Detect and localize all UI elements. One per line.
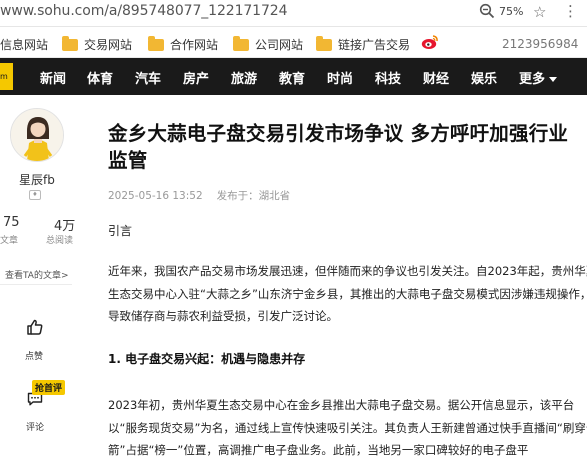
nav-item-sports[interactable]: 体育 — [87, 68, 113, 87]
nav-item-house[interactable]: 房产 — [183, 68, 209, 87]
url-text[interactable]: www.sohu.com/a/895748077_122171724 — [0, 3, 288, 19]
more-dots-icon[interactable]: ⋮ — [563, 2, 578, 20]
folder-icon — [148, 35, 164, 51]
bookmark-label: 交易网站 — [84, 38, 133, 52]
bookmark-phone-text: 2123956984 — [502, 37, 579, 51]
thumbs-up-icon[interactable] — [26, 318, 44, 336]
sohu-logo[interactable]: m — [0, 63, 13, 90]
bookmark-label: 链接广告交易 — [338, 38, 411, 52]
author-badge-icon: ♦ — [29, 190, 41, 200]
comment-label[interactable]: 评论 — [26, 420, 44, 433]
bookmarks-bar: 信息网站 交易网站 合作网站 公司网站 链接广告交易 — [0, 28, 587, 58]
bookmark-label: 公司网站 — [255, 38, 304, 52]
nav-more-label: 更多 — [519, 72, 546, 87]
address-bar[interactable]: www.sohu.com/a/895748077_122171724 75% ☆… — [0, 0, 587, 27]
author-name[interactable]: 星辰fb — [19, 171, 55, 188]
avatar[interactable] — [10, 108, 64, 162]
bookmark-item-info[interactable]: 信息网站 — [0, 36, 48, 53]
publish-date: 2025-05-16 13:52 — [108, 190, 203, 202]
article-paragraph: 近年来，我国农产品交易市场发展迅速，但伴随而来的争议也引发关注。自2023年起，… — [108, 264, 587, 323]
star-outline-icon[interactable]: ☆ — [533, 3, 546, 21]
nav-item-travel[interactable]: 旅游 — [231, 68, 257, 87]
publish-location: 发布于：湖北省 — [216, 190, 291, 202]
bookmark-label: 信息网站 — [0, 38, 49, 52]
author-articles-count: 75 — [3, 215, 20, 230]
article-meta: 2025-05-16 13:52 发布于：湖北省 — [108, 188, 290, 203]
nav-item-education[interactable]: 教育 — [279, 68, 305, 87]
avatar-illustration — [11, 109, 63, 161]
article-title: 金乡大蒜电子盘交易引发市场争议 多方呼吁加强行业监管 — [108, 122, 569, 172]
section-heading: 1. 电子盘交易兴起：机遇与隐患并存 — [108, 352, 306, 366]
nav-item-tech[interactable]: 科技 — [375, 68, 401, 87]
article-paragraph: 2023年初，贵州华夏生态交易中心在金乡县推出大蒜电子盘交易。据公开信息显示，该… — [108, 398, 587, 457]
bookmark-item-company[interactable]: 公司网站 — [233, 35, 304, 53]
nav-more-button[interactable]: 更多 — [519, 68, 558, 87]
like-label[interactable]: 点赞 — [25, 349, 43, 362]
bookmark-item-link-ads[interactable]: 链接广告交易 — [316, 35, 411, 53]
nav-item-news[interactable]: 新闻 — [40, 68, 66, 87]
zoom-level: 75% — [499, 5, 524, 18]
caret-down-icon — [549, 77, 558, 82]
view-author-articles-link[interactable]: 查看TA的文章> — [5, 268, 69, 281]
zoom-out-magnifier-icon[interactable] — [479, 3, 495, 19]
nav-item-entertainment[interactable]: 娱乐 — [471, 68, 497, 87]
weibo-icon[interactable] — [421, 34, 439, 50]
folder-icon — [316, 35, 332, 51]
sidebar-divider — [0, 284, 72, 285]
folder-icon — [62, 35, 78, 51]
bookmark-label: 合作网站 — [170, 38, 219, 52]
first-comment-badge[interactable]: 抢首评 — [32, 380, 66, 395]
bookmark-item-trade[interactable]: 交易网站 — [62, 35, 133, 53]
author-articles-label: 文章 — [0, 236, 19, 246]
author-reads-label: 总阅读 — [46, 236, 74, 246]
author-reads-count: 4万 — [54, 219, 76, 234]
bookmark-item-partner[interactable]: 合作网站 — [148, 35, 219, 53]
nav-item-fashion[interactable]: 时尚 — [327, 68, 353, 87]
folder-icon — [233, 35, 249, 51]
nav-item-finance[interactable]: 财经 — [423, 68, 449, 87]
nav-item-auto[interactable]: 汽车 — [135, 68, 161, 87]
channel-nav: m 新闻 体育 汽车 房产 旅游 教育 时尚 科技 财经 娱乐 更多 — [0, 58, 587, 95]
intro-heading: 引言 — [108, 224, 133, 238]
